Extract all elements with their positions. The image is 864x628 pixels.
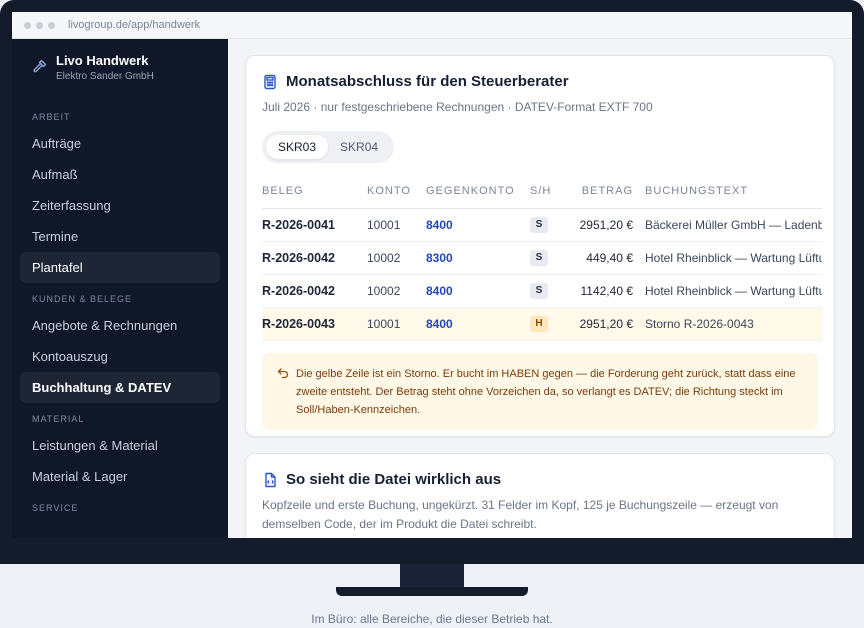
cell-beleg[interactable]: R-2026-0041	[262, 208, 367, 242]
sidebar-nav: ARBEIT Aufträge Aufmaß Zeiterfassung Termine…	[20, 107, 220, 519]
column-header-buchungstext[interactable]: BUCHUNGSTEXT	[645, 175, 822, 209]
tab-skr04[interactable]: SKR04	[328, 135, 390, 159]
window-dot	[48, 21, 55, 29]
sidebar-item-aufmaß[interactable]: Aufmaß	[20, 159, 220, 190]
cell-konto: 10002	[367, 274, 426, 308]
cell-betrag: 1142,40 €	[564, 274, 645, 308]
card-title: So sieht die Datei wirklich aus	[286, 471, 502, 488]
column-header-beleg[interactable]: BELEG	[262, 175, 367, 209]
sidebar-section-title: KUNDEN & BELEGE	[32, 294, 133, 304]
table-header-row: BELEG KONTO GEGENKONTO S/H BETRAG BUCHUN…	[262, 175, 822, 209]
caption: Im Büro: alle Bereiche, die dieser Betri…	[311, 612, 553, 626]
cell-beleg[interactable]: R-2026-0042	[262, 241, 367, 275]
sidebar-section-title: ARBEIT	[32, 112, 71, 122]
cell-buchungstext: Storno R-2026-0043	[645, 307, 822, 341]
column-header-gegenkonto[interactable]: GEGENKONTO	[426, 175, 530, 209]
monitor-stand	[400, 564, 464, 588]
sidebar-section-title: MATERIAL	[32, 414, 85, 424]
column-header-sh[interactable]: S/H	[530, 175, 564, 209]
card-title: Monatsabschluss für den Steuerberater	[286, 73, 569, 90]
storno-info-note: Die gelbe Zeile ist ein Storno. Er bucht…	[262, 352, 818, 430]
monitor-base	[336, 587, 528, 596]
cell-buchungstext: Hotel Rheinblick — Wartung Lüftung	[645, 241, 822, 275]
monitor-frame: livogroup.de/app/handwerk Livo Handwerk …	[0, 0, 864, 564]
tab-skr03[interactable]: SKR03	[266, 135, 329, 159]
sidebar-item-buchhaltung-datev[interactable]: Buchhaltung & DATEV	[20, 372, 220, 403]
cell-sh: H	[530, 307, 564, 341]
sidebar-item-plantafel[interactable]: Plantafel	[20, 252, 220, 283]
cell-konto: 10002	[367, 241, 426, 275]
sidebar-item-aufträge[interactable]: Aufträge	[20, 128, 220, 159]
browser-bar: livogroup.de/app/handwerk	[12, 12, 852, 39]
app-screen: livogroup.de/app/handwerk Livo Handwerk …	[12, 12, 852, 538]
calculator-icon	[264, 74, 276, 89]
column-header-betrag[interactable]: BETRAG	[564, 175, 645, 209]
window-dot	[36, 21, 43, 29]
card-subtitle: Kopfzeile und erste Buchung, ungekürzt. …	[262, 498, 779, 531]
cell-betrag: 2951,20 €	[564, 307, 645, 341]
app-name: Livo Handwerk	[56, 53, 149, 68]
soll-badge: S	[530, 250, 548, 266]
table-row[interactable]: R-2026-0042 10002 8300 S 449,40 € Hotel Rhein…	[262, 241, 822, 275]
cell-beleg[interactable]: R-2026-0043	[262, 307, 367, 341]
url-text[interactable]: livogroup.de/app/handwerk	[68, 19, 200, 31]
code-file-icon	[265, 472, 276, 487]
storno-note-text: Die gelbe Zeile ist ein Storno. Er bucht…	[296, 367, 796, 416]
cell-gegenkonto[interactable]: 8300	[426, 241, 530, 275]
monitor-chin	[0, 538, 864, 564]
window-dot	[24, 21, 31, 29]
column-header-konto[interactable]: KONTO	[367, 175, 426, 209]
cell-konto: 10001	[367, 307, 426, 341]
card-subtitle: Juli 2026 · nur festgeschriebene Rechnun…	[262, 100, 653, 114]
bookings-table: BELEG KONTO GEGENKONTO S/H BETRAG BUCHUN…	[262, 175, 822, 341]
sidebar-item-zeiterfassung[interactable]: Zeiterfassung	[20, 190, 220, 221]
cell-gegenkonto[interactable]: 8400	[426, 274, 530, 308]
datev-export-card: Monatsabschluss für den Steuerberater Ju…	[245, 55, 835, 437]
company-name: Elektro Sander GmbH	[56, 71, 154, 82]
cell-betrag: 2951,20 €	[564, 208, 645, 242]
sidebar-item-angebote-rechnungen[interactable]: Angebote & Rechnungen	[20, 310, 220, 341]
sidebar-item-kontoauszug[interactable]: Kontoauszug	[20, 341, 220, 372]
cell-gegenkonto[interactable]: 8400	[426, 307, 530, 341]
cell-buchungstext: Bäckerei Müller GmbH — Ladenbeleuchtung	[645, 208, 822, 242]
file-preview-card: So sieht die Datei wirklich aus Kopfzeil…	[245, 453, 835, 538]
brand[interactable]: Livo Handwerk Elektro Sander GmbH	[20, 39, 220, 101]
cell-konto: 10001	[367, 208, 426, 242]
main-content: Monatsabschluss für den Steuerberater Ju…	[228, 39, 852, 538]
sidebar-item-leistungen-material[interactable]: Leistungen & Material	[20, 430, 220, 461]
cell-sh: S	[530, 208, 564, 242]
soll-badge: S	[530, 283, 548, 299]
hammer-icon	[33, 59, 47, 73]
sidebar: Livo Handwerk Elektro Sander GmbH ARBEIT…	[12, 39, 228, 538]
undo-arrow-icon	[277, 367, 289, 378]
cell-sh: S	[530, 274, 564, 308]
haben-badge: H	[530, 316, 548, 332]
table-row[interactable]: R-2026-0042 10002 8400 S 1142,40 € Hotel Rhei…	[262, 274, 822, 308]
cell-buchungstext: Hotel Rheinblick — Wartung Lüftung	[645, 274, 822, 308]
cell-sh: S	[530, 241, 564, 275]
cell-gegenkonto[interactable]: 8400	[426, 208, 530, 242]
sidebar-item-material-lager[interactable]: Material & Lager	[20, 461, 220, 492]
sidebar-item-termine[interactable]: Termine	[20, 221, 220, 252]
table-row[interactable]: R-2026-0041 10001 8400 S 2951,20 € Bäckerei M…	[262, 208, 822, 242]
sidebar-section-title: SERVICE	[32, 503, 79, 513]
soll-badge: S	[530, 217, 548, 233]
cell-betrag: 449,40 €	[564, 241, 645, 275]
cell-beleg[interactable]: R-2026-0042	[262, 274, 367, 308]
chart-of-accounts-toggle: SKR03 SKR04	[262, 131, 395, 163]
table-row-storno[interactable]: R-2026-0043 10001 8400 H 2951,20 € Storno R-2…	[262, 307, 822, 341]
